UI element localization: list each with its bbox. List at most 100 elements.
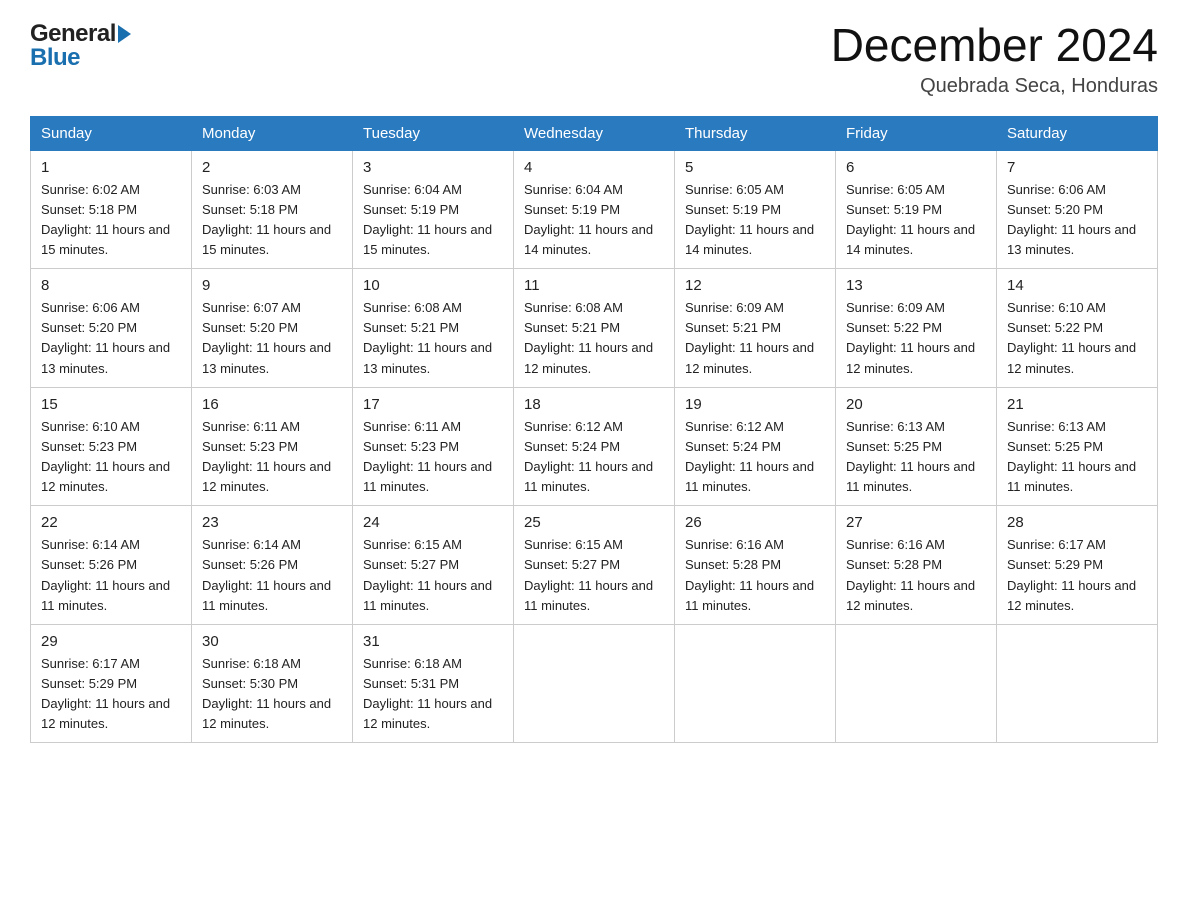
calendar-week-row: 8 Sunrise: 6:06 AMSunset: 5:20 PMDayligh… bbox=[31, 269, 1158, 388]
day-number: 11 bbox=[524, 277, 664, 294]
logo-blue-text: Blue bbox=[30, 44, 80, 72]
logo: General Blue bbox=[30, 20, 131, 72]
calendar-cell: 27 Sunrise: 6:16 AMSunset: 5:28 PMDaylig… bbox=[836, 506, 997, 625]
day-info: Sunrise: 6:02 AMSunset: 5:18 PMDaylight:… bbox=[41, 182, 170, 257]
calendar-cell: 6 Sunrise: 6:05 AMSunset: 5:19 PMDayligh… bbox=[836, 150, 997, 269]
col-header-tuesday: Tuesday bbox=[353, 116, 514, 150]
day-info: Sunrise: 6:12 AMSunset: 5:24 PMDaylight:… bbox=[524, 419, 653, 494]
day-number: 30 bbox=[202, 633, 342, 650]
day-number: 10 bbox=[363, 277, 503, 294]
day-info: Sunrise: 6:10 AMSunset: 5:23 PMDaylight:… bbox=[41, 419, 170, 494]
calendar-header-row: SundayMondayTuesdayWednesdayThursdayFrid… bbox=[31, 116, 1158, 150]
calendar-cell: 12 Sunrise: 6:09 AMSunset: 5:21 PMDaylig… bbox=[675, 269, 836, 388]
day-info: Sunrise: 6:11 AMSunset: 5:23 PMDaylight:… bbox=[363, 419, 492, 494]
calendar-cell: 18 Sunrise: 6:12 AMSunset: 5:24 PMDaylig… bbox=[514, 387, 675, 506]
day-info: Sunrise: 6:13 AMSunset: 5:25 PMDaylight:… bbox=[1007, 419, 1136, 494]
day-number: 4 bbox=[524, 159, 664, 176]
day-info: Sunrise: 6:16 AMSunset: 5:28 PMDaylight:… bbox=[846, 537, 975, 612]
page-header: General Blue December 2024 Quebrada Seca… bbox=[30, 20, 1158, 98]
calendar-cell bbox=[836, 624, 997, 743]
day-info: Sunrise: 6:17 AMSunset: 5:29 PMDaylight:… bbox=[1007, 537, 1136, 612]
calendar-table: SundayMondayTuesdayWednesdayThursdayFrid… bbox=[30, 116, 1158, 744]
day-info: Sunrise: 6:09 AMSunset: 5:22 PMDaylight:… bbox=[846, 300, 975, 375]
day-number: 19 bbox=[685, 396, 825, 413]
day-info: Sunrise: 6:04 AMSunset: 5:19 PMDaylight:… bbox=[524, 182, 653, 257]
day-number: 17 bbox=[363, 396, 503, 413]
calendar-cell: 20 Sunrise: 6:13 AMSunset: 5:25 PMDaylig… bbox=[836, 387, 997, 506]
day-number: 7 bbox=[1007, 159, 1147, 176]
day-number: 21 bbox=[1007, 396, 1147, 413]
day-info: Sunrise: 6:15 AMSunset: 5:27 PMDaylight:… bbox=[524, 537, 653, 612]
col-header-thursday: Thursday bbox=[675, 116, 836, 150]
calendar-week-row: 15 Sunrise: 6:10 AMSunset: 5:23 PMDaylig… bbox=[31, 387, 1158, 506]
calendar-cell bbox=[997, 624, 1158, 743]
day-number: 28 bbox=[1007, 514, 1147, 531]
day-number: 12 bbox=[685, 277, 825, 294]
day-number: 9 bbox=[202, 277, 342, 294]
calendar-cell: 31 Sunrise: 6:18 AMSunset: 5:31 PMDaylig… bbox=[353, 624, 514, 743]
day-number: 14 bbox=[1007, 277, 1147, 294]
day-info: Sunrise: 6:04 AMSunset: 5:19 PMDaylight:… bbox=[363, 182, 492, 257]
calendar-cell: 25 Sunrise: 6:15 AMSunset: 5:27 PMDaylig… bbox=[514, 506, 675, 625]
day-number: 26 bbox=[685, 514, 825, 531]
calendar-cell: 28 Sunrise: 6:17 AMSunset: 5:29 PMDaylig… bbox=[997, 506, 1158, 625]
calendar-cell: 10 Sunrise: 6:08 AMSunset: 5:21 PMDaylig… bbox=[353, 269, 514, 388]
col-header-saturday: Saturday bbox=[997, 116, 1158, 150]
calendar-cell: 15 Sunrise: 6:10 AMSunset: 5:23 PMDaylig… bbox=[31, 387, 192, 506]
calendar-cell: 26 Sunrise: 6:16 AMSunset: 5:28 PMDaylig… bbox=[675, 506, 836, 625]
day-info: Sunrise: 6:13 AMSunset: 5:25 PMDaylight:… bbox=[846, 419, 975, 494]
day-info: Sunrise: 6:05 AMSunset: 5:19 PMDaylight:… bbox=[846, 182, 975, 257]
day-number: 25 bbox=[524, 514, 664, 531]
day-info: Sunrise: 6:18 AMSunset: 5:30 PMDaylight:… bbox=[202, 656, 331, 731]
day-info: Sunrise: 6:16 AMSunset: 5:28 PMDaylight:… bbox=[685, 537, 814, 612]
day-number: 23 bbox=[202, 514, 342, 531]
day-number: 15 bbox=[41, 396, 181, 413]
title-block: December 2024 Quebrada Seca, Honduras bbox=[831, 20, 1158, 98]
day-info: Sunrise: 6:14 AMSunset: 5:26 PMDaylight:… bbox=[202, 537, 331, 612]
col-header-wednesday: Wednesday bbox=[514, 116, 675, 150]
day-info: Sunrise: 6:09 AMSunset: 5:21 PMDaylight:… bbox=[685, 300, 814, 375]
calendar-cell: 29 Sunrise: 6:17 AMSunset: 5:29 PMDaylig… bbox=[31, 624, 192, 743]
day-number: 31 bbox=[363, 633, 503, 650]
day-info: Sunrise: 6:08 AMSunset: 5:21 PMDaylight:… bbox=[363, 300, 492, 375]
calendar-week-row: 29 Sunrise: 6:17 AMSunset: 5:29 PMDaylig… bbox=[31, 624, 1158, 743]
day-number: 8 bbox=[41, 277, 181, 294]
col-header-sunday: Sunday bbox=[31, 116, 192, 150]
calendar-cell: 11 Sunrise: 6:08 AMSunset: 5:21 PMDaylig… bbox=[514, 269, 675, 388]
day-info: Sunrise: 6:03 AMSunset: 5:18 PMDaylight:… bbox=[202, 182, 331, 257]
calendar-cell: 9 Sunrise: 6:07 AMSunset: 5:20 PMDayligh… bbox=[192, 269, 353, 388]
day-info: Sunrise: 6:18 AMSunset: 5:31 PMDaylight:… bbox=[363, 656, 492, 731]
calendar-cell: 17 Sunrise: 6:11 AMSunset: 5:23 PMDaylig… bbox=[353, 387, 514, 506]
day-info: Sunrise: 6:14 AMSunset: 5:26 PMDaylight:… bbox=[41, 537, 170, 612]
calendar-cell: 23 Sunrise: 6:14 AMSunset: 5:26 PMDaylig… bbox=[192, 506, 353, 625]
calendar-cell bbox=[514, 624, 675, 743]
calendar-cell: 14 Sunrise: 6:10 AMSunset: 5:22 PMDaylig… bbox=[997, 269, 1158, 388]
day-number: 22 bbox=[41, 514, 181, 531]
day-number: 16 bbox=[202, 396, 342, 413]
day-info: Sunrise: 6:08 AMSunset: 5:21 PMDaylight:… bbox=[524, 300, 653, 375]
col-header-monday: Monday bbox=[192, 116, 353, 150]
month-title: December 2024 bbox=[831, 20, 1158, 71]
calendar-cell: 19 Sunrise: 6:12 AMSunset: 5:24 PMDaylig… bbox=[675, 387, 836, 506]
day-number: 2 bbox=[202, 159, 342, 176]
day-number: 20 bbox=[846, 396, 986, 413]
day-number: 18 bbox=[524, 396, 664, 413]
day-info: Sunrise: 6:06 AMSunset: 5:20 PMDaylight:… bbox=[41, 300, 170, 375]
day-info: Sunrise: 6:11 AMSunset: 5:23 PMDaylight:… bbox=[202, 419, 331, 494]
calendar-cell: 3 Sunrise: 6:04 AMSunset: 5:19 PMDayligh… bbox=[353, 150, 514, 269]
calendar-cell: 22 Sunrise: 6:14 AMSunset: 5:26 PMDaylig… bbox=[31, 506, 192, 625]
day-info: Sunrise: 6:10 AMSunset: 5:22 PMDaylight:… bbox=[1007, 300, 1136, 375]
logo-chevron-icon bbox=[118, 25, 131, 43]
day-number: 5 bbox=[685, 159, 825, 176]
day-number: 29 bbox=[41, 633, 181, 650]
location-subtitle: Quebrada Seca, Honduras bbox=[831, 75, 1158, 98]
calendar-cell: 1 Sunrise: 6:02 AMSunset: 5:18 PMDayligh… bbox=[31, 150, 192, 269]
day-info: Sunrise: 6:15 AMSunset: 5:27 PMDaylight:… bbox=[363, 537, 492, 612]
calendar-week-row: 1 Sunrise: 6:02 AMSunset: 5:18 PMDayligh… bbox=[31, 150, 1158, 269]
calendar-cell: 13 Sunrise: 6:09 AMSunset: 5:22 PMDaylig… bbox=[836, 269, 997, 388]
calendar-week-row: 22 Sunrise: 6:14 AMSunset: 5:26 PMDaylig… bbox=[31, 506, 1158, 625]
calendar-cell: 30 Sunrise: 6:18 AMSunset: 5:30 PMDaylig… bbox=[192, 624, 353, 743]
col-header-friday: Friday bbox=[836, 116, 997, 150]
day-info: Sunrise: 6:17 AMSunset: 5:29 PMDaylight:… bbox=[41, 656, 170, 731]
day-number: 3 bbox=[363, 159, 503, 176]
